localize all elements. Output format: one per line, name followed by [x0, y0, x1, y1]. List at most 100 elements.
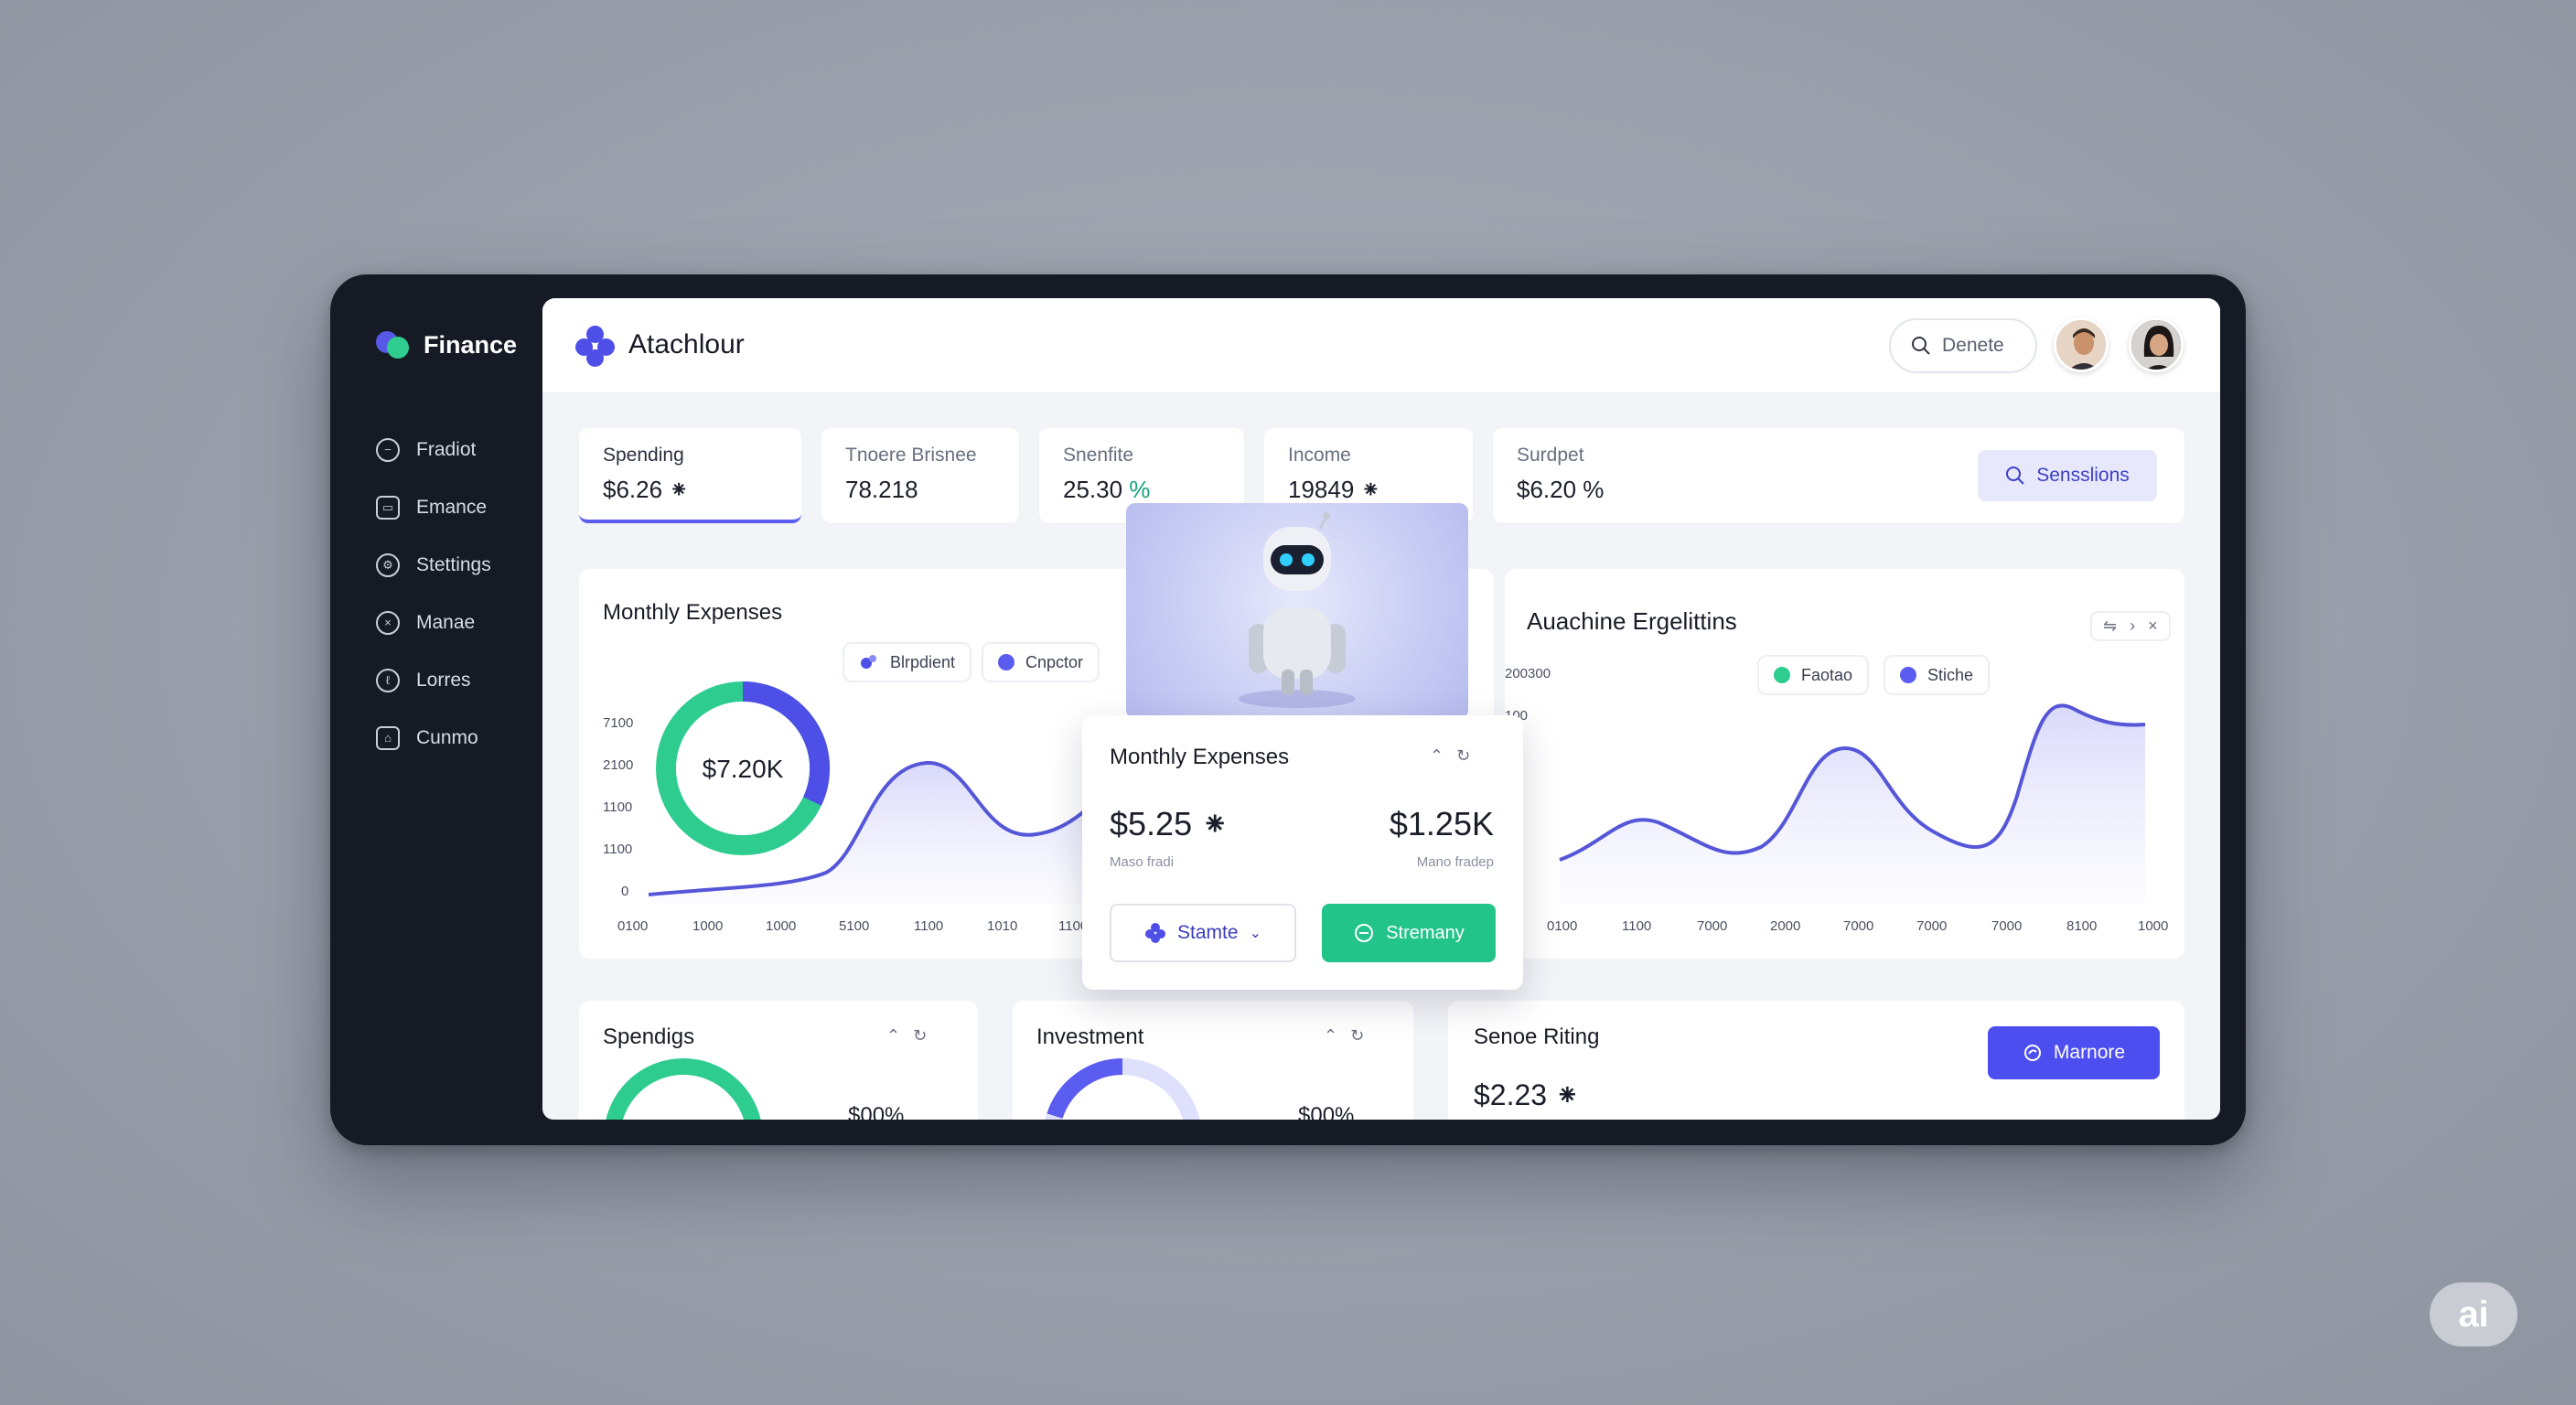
flower-icon — [1145, 923, 1166, 943]
analytics-card: Auachine Ergelittins ⇋ › × Faotao Stiche — [1505, 569, 2184, 959]
x-tick: 1000 — [766, 918, 797, 934]
y-tick: 1100 — [603, 799, 633, 815]
x-tick: 1100 — [1622, 918, 1652, 934]
popup-left-sub: Maso fradi — [1110, 854, 1175, 870]
stat-label: Spending — [603, 445, 684, 466]
x-tick: 1100 — [914, 918, 944, 934]
sidebar-item-cunmo[interactable]: ⌂ Cunmo — [376, 709, 491, 767]
y-tick: 1100 — [603, 842, 633, 857]
popup-right-value: $1.25K — [1389, 805, 1494, 842]
avatar[interactable] — [2129, 317, 2184, 372]
sidebar-item-manae[interactable]: × Manae — [376, 594, 491, 651]
info-circle-icon: ℓ — [376, 668, 400, 692]
stat-value: 19849 ⁕ — [1288, 476, 1381, 503]
senoe-card: Senoe Riting $2.23 ⁕ Marnore — [1448, 1001, 2184, 1120]
brand[interactable]: Finance — [376, 327, 517, 362]
avatar[interactable] — [2054, 317, 2109, 372]
x-tick: 1010 — [987, 918, 1018, 934]
minus-circle-icon — [1355, 924, 1374, 942]
search-label: Denete — [1942, 335, 2004, 356]
x-tick: 7000 — [1991, 918, 2023, 934]
stat-card-balance[interactable]: Tnoere Brisnee 78.218 — [821, 428, 1019, 523]
analytics-chart — [1559, 703, 2146, 904]
sidebar-item-label: Cunmo — [416, 726, 478, 748]
card-icon: ▭ — [376, 495, 400, 520]
robot-illustration — [1126, 503, 1468, 719]
card-title: Senoe Riting — [1474, 1024, 1600, 1049]
briefcase-icon: ⌂ — [376, 725, 400, 750]
popup-title: Monthly Expenses — [1110, 745, 1290, 769]
gear-icon: ⚙ — [376, 552, 400, 577]
x-tick: 8100 — [2066, 918, 2098, 934]
x-tick: 1000 — [2138, 918, 2169, 934]
x-tick: 7000 — [1843, 918, 1874, 934]
analytics-area — [1560, 705, 2145, 904]
stat-label: Tnoere Brisnee — [845, 445, 977, 466]
manore-button[interactable]: Marnore — [1988, 1026, 2160, 1079]
y-tick: 0 — [621, 884, 629, 899]
gauge-arc — [1046, 1058, 1123, 1120]
top-bar: Atachlour Denete — [542, 298, 2220, 393]
collapse-icon[interactable]: ⌃ — [1430, 746, 1444, 766]
manore-label: Marnore — [2053, 1042, 2126, 1063]
user-avatar-icon — [2056, 320, 2106, 370]
monthly-expenses-popup: Monthly Expenses ⌃ ↻ $5.25 ⁕ Maso fradi … — [1082, 715, 1523, 990]
sessions-label: Sensslions — [2036, 465, 2130, 486]
status-select[interactable]: Stamte ⌄ — [1110, 904, 1296, 962]
stat-label: Income — [1288, 445, 1351, 466]
brand-name: Finance — [424, 330, 518, 359]
y-tick: 200300 — [1505, 666, 1551, 681]
page-title: Atachlour — [628, 329, 745, 359]
spendigs-gauge — [606, 1058, 761, 1120]
sidebar-nav: − Fradiot ▭ Emance ⚙ Stettings × Manae ℓ… — [376, 421, 491, 767]
sidebar-item-fradiot[interactable]: − Fradiot — [376, 421, 491, 478]
sidebar: Finance − Fradiot ▭ Emance ⚙ Stettings ×… — [330, 274, 542, 1145]
stat-value: 25.30 % — [1063, 476, 1220, 504]
chat-icon — [2023, 1045, 2041, 1061]
x-tick: 7000 — [1916, 918, 1948, 934]
app-logo-icon — [575, 326, 616, 367]
sidebar-item-label: Emance — [416, 496, 488, 518]
stat-label: Snenfite — [1063, 445, 1134, 466]
stat-card-spending[interactable]: Spending $6.26 ⁕ — [579, 428, 801, 523]
sidebar-item-label: Stettings — [416, 553, 491, 575]
x-tick: 1000 — [692, 918, 724, 934]
sidebar-item-lorres[interactable]: ℓ Lorres — [376, 651, 491, 709]
sidebar-item-label: Fradiot — [416, 438, 477, 460]
search-icon — [2006, 467, 2024, 485]
investment-value: $00% — [1298, 1103, 1355, 1120]
search-button[interactable]: Denete — [1889, 318, 2037, 373]
y-tick: 7100 — [603, 715, 634, 731]
investment-gauge — [1045, 1058, 1200, 1120]
stremany-label: Stremany — [1386, 922, 1465, 943]
stat-card-budget[interactable]: Surdpet $6.20 % Sensslions — [1493, 428, 2184, 523]
finance-logo-icon — [376, 327, 411, 362]
x-tick: 0100 — [617, 918, 649, 934]
search-icon — [1912, 337, 1930, 355]
x-tick: 2000 — [1770, 918, 1801, 934]
ai-badge: ai — [2430, 1282, 2517, 1346]
stat-value: 78.218 — [845, 476, 918, 503]
select-label: Stamte — [1177, 922, 1239, 943]
x-tick: 7000 — [1697, 918, 1728, 934]
sidebar-item-label: Lorres — [416, 669, 471, 691]
senoe-value: $2.23 ⁕ — [1474, 1078, 1580, 1111]
robot-icon — [1239, 512, 1356, 708]
spendigs-card: Spendigs ⌃ ↻ $00% — [579, 1001, 978, 1120]
sessions-button[interactable]: Sensslions — [1978, 450, 2157, 501]
chevron-down-icon: ⌄ — [1249, 926, 1261, 941]
stat-suffix: % — [1122, 476, 1151, 503]
x-tick: 5100 — [839, 918, 870, 934]
popup-controls: ⌃ ↻ — [1430, 746, 1470, 766]
minus-circle-icon: − — [376, 437, 400, 462]
sidebar-item-stettings[interactable]: ⚙ Stettings — [376, 536, 491, 594]
spendigs-value: $00% — [848, 1103, 905, 1120]
investment-card: Investment ⌃ ↻ $00% — [1013, 1001, 1413, 1120]
refresh-icon[interactable]: ↻ — [1456, 746, 1470, 766]
popup-left-value: $5.25 ⁕ — [1110, 805, 1229, 842]
x-tick: 0100 — [1547, 918, 1578, 934]
sidebar-item-emance[interactable]: ▭ Emance — [376, 478, 491, 536]
close-circle-icon: × — [376, 610, 400, 635]
user-avatar-icon — [2131, 320, 2181, 370]
stremany-button[interactable]: Stremany — [1322, 904, 1496, 962]
